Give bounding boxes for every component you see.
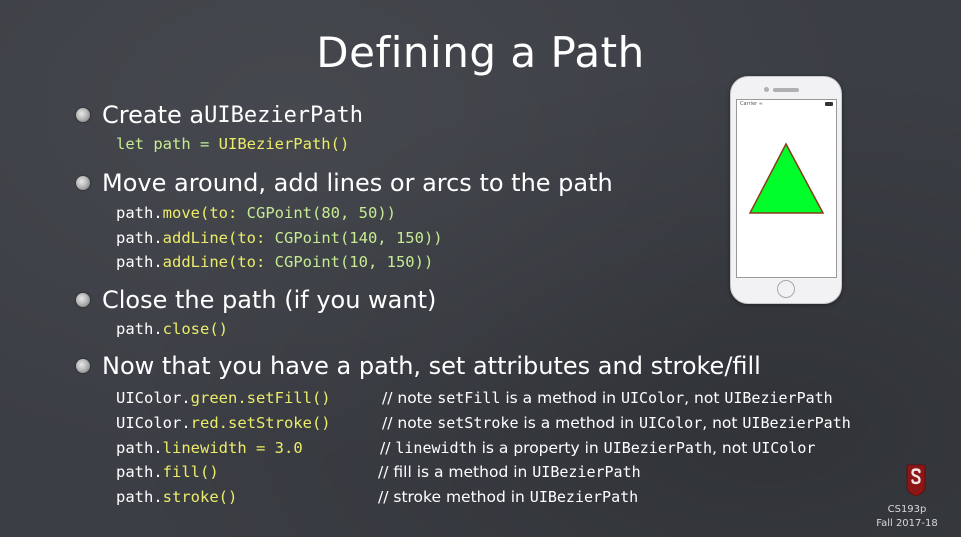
comment-code: UIColor (639, 414, 703, 432)
bullet-text-mono: UIBezierPath (204, 102, 364, 128)
code-line-fill: path.fill() (116, 463, 219, 481)
comment-code: setStroke (437, 414, 519, 432)
code-method: addLine(to: (162, 229, 275, 247)
home-button (777, 280, 795, 298)
comment-text: , not (712, 439, 753, 457)
code-argument: CGPoint(10, 150)) (274, 253, 434, 271)
comment-text: // note (382, 389, 438, 407)
bullet-text: Now that you have a path, set attributes… (102, 352, 761, 380)
code-line-set-stroke: UIColor.red.setStroke() (116, 414, 331, 432)
code-object: path. (116, 439, 163, 457)
code-method: addLine(to: (162, 253, 275, 271)
comment-text: // (380, 439, 396, 457)
iphone-mockup: Carrier ≈ (730, 76, 842, 304)
code-object: path. (116, 253, 163, 271)
code-method: move(to: (162, 204, 247, 222)
comment-text: is a method in (411, 463, 533, 481)
code-method: green.setFill() (190, 389, 331, 407)
code-method: red.setStroke() (190, 414, 331, 432)
code-method: linewidth = 3.0 (162, 439, 303, 457)
code-object: path. (116, 204, 163, 222)
comment-text: // (378, 463, 394, 481)
comment-code: UIColor (752, 439, 816, 457)
comment-set-stroke: // note setStroke is a method in UIColor… (382, 414, 851, 432)
bullet-create: Create a UIBezierPath (76, 101, 363, 129)
comment-code: linewidth (395, 439, 477, 457)
term-label: Fall 2017-18 (876, 518, 938, 529)
phone-screen: Carrier ≈ (736, 99, 837, 278)
code-object: path. (116, 463, 163, 481)
camera-icon (764, 87, 769, 92)
triangle-shape (748, 142, 825, 214)
bullet-icon (76, 176, 90, 190)
comment-text: stroke (393, 488, 442, 506)
bullet-icon (76, 359, 90, 373)
code-object: path. (116, 320, 163, 338)
code-line-addline-2: path.addLine(to: CGPoint(10, 150)) (116, 253, 433, 271)
bullet-text: Close the path (if you want) (102, 286, 437, 314)
bullet-text: Move around, add lines or arcs to the pa… (102, 169, 613, 197)
comment-text: fill (393, 463, 412, 481)
code-object: path. (116, 229, 163, 247)
code-line-create: let path = UIBezierPath() (116, 135, 349, 153)
code-line-stroke: path.stroke() (116, 488, 237, 506)
comment-code: UIColor (620, 389, 685, 407)
comment-linewidth: // linewidth is a property in UIBezierPa… (380, 439, 815, 457)
comment-text: is a method in (500, 389, 621, 407)
comment-code: UIBezierPath (603, 439, 713, 457)
code-line-move: path.move(to: CGPoint(80, 50)) (116, 204, 396, 222)
code-argument: CGPoint(140, 150)) (274, 229, 443, 247)
bullet-icon (76, 108, 90, 122)
code-argument: CGPoint(80, 50)) (246, 204, 396, 222)
comment-text: is a method in (518, 414, 640, 432)
comment-code: UIBezierPath (532, 463, 641, 481)
code-object: UIColor. (116, 389, 191, 407)
code-method: stroke() (162, 488, 238, 506)
comment-fill: // fill is a method in UIBezierPath (378, 463, 641, 481)
bullet-close: Close the path (if you want) (76, 286, 436, 314)
comment-code: UIBezierPath (529, 488, 639, 506)
comment-stroke: // stroke method in UIBezierPath (378, 488, 638, 506)
bullet-move: Move around, add lines or arcs to the pa… (76, 169, 613, 197)
comment-text: // (378, 488, 394, 506)
bullet-text: Create a (102, 101, 205, 129)
comment-text: is a property in (476, 439, 604, 457)
bullet-attributes: Now that you have a path, set attributes… (76, 352, 761, 380)
code-object: path. (116, 488, 163, 506)
slide-title: Defining a Path (316, 28, 645, 77)
comment-code: UIBezierPath (724, 389, 833, 407)
stanford-logo-icon (906, 464, 926, 497)
speaker-grille (773, 88, 799, 92)
code-keyword: let path = (116, 135, 219, 153)
comment-set-fill: // note setFill is a method in UIColor, … (382, 389, 833, 407)
comment-text: , not (684, 389, 725, 407)
comment-text: , not (702, 414, 743, 432)
code-call: UIBezierPath() (218, 135, 350, 153)
code-line-set-fill: UIColor.green.setFill() (116, 389, 331, 407)
course-label: CS193p (887, 504, 927, 515)
code-object: UIColor. (116, 414, 191, 432)
code-method: fill() (162, 463, 219, 481)
comment-text: method in (441, 488, 530, 506)
triangle-drawing (748, 142, 825, 214)
code-line-addline-1: path.addLine(to: CGPoint(140, 150)) (116, 229, 443, 247)
comment-code: UIBezierPath (742, 414, 851, 432)
code-method: close() (162, 320, 228, 338)
comment-code: setFill (437, 389, 501, 407)
comment-text: // note (382, 414, 438, 432)
code-line-linewidth: path.linewidth = 3.0 (116, 439, 303, 457)
bullet-icon (76, 293, 90, 307)
code-line-close: path.close() (116, 320, 228, 338)
